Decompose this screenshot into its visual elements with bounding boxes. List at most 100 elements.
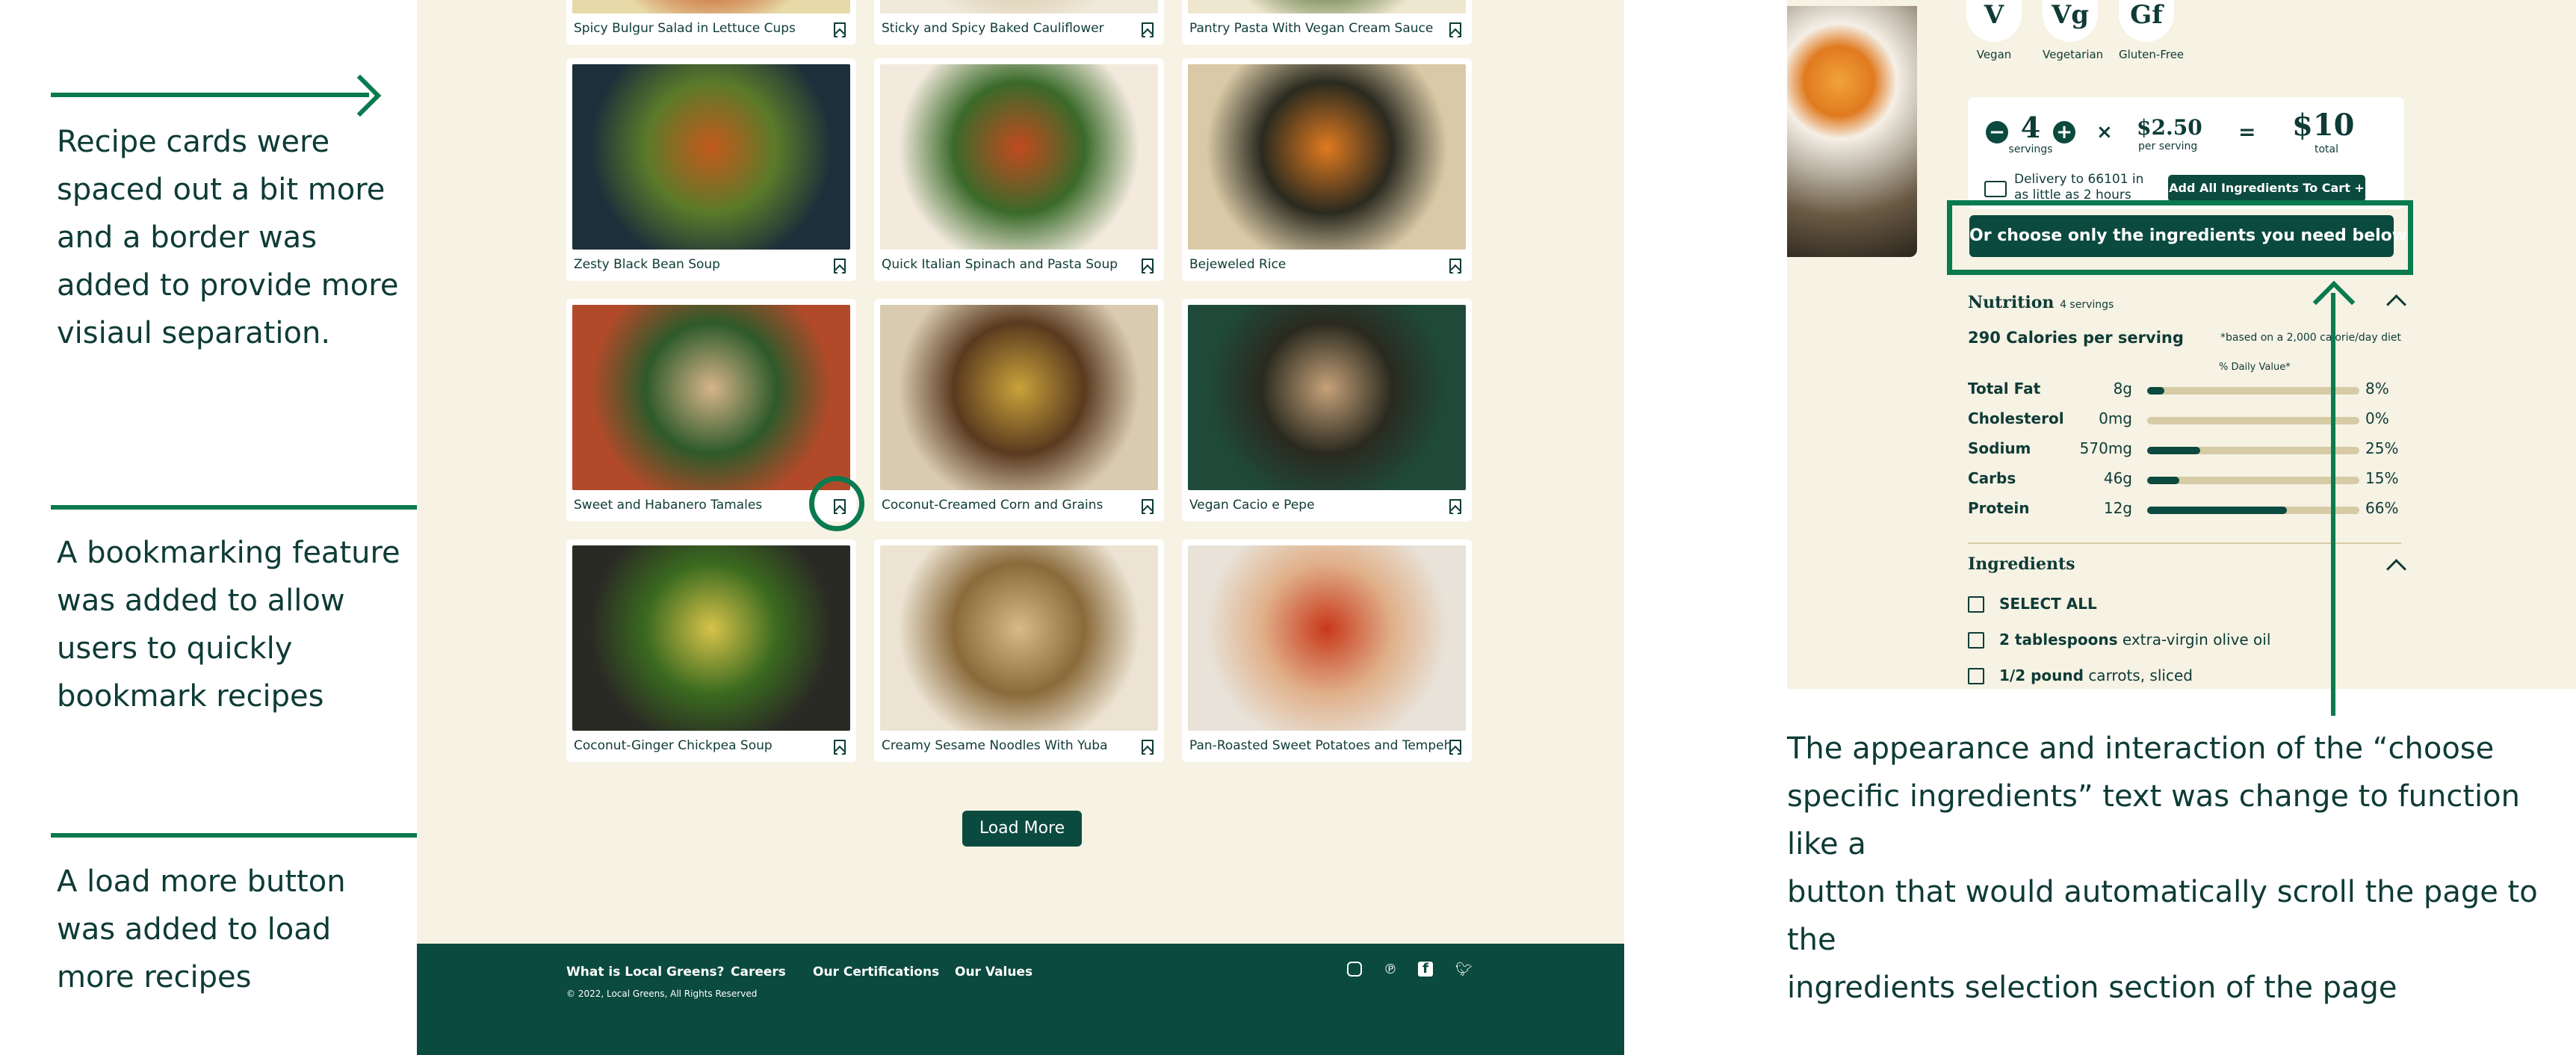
recipe-photo[interactable] [572,64,850,250]
bookmark-icon[interactable] [1449,22,1461,37]
recipe-photo[interactable] [880,305,1158,490]
site-footer: What is Local Greens? Careers Our Certif… [417,944,1624,1055]
recipe-photo[interactable] [1188,0,1466,13]
recipe-photo[interactable] [1188,545,1466,731]
ingredients-title: Ingredients [1968,554,2075,574]
instagram-icon[interactable] [1347,962,1362,977]
recipe-photo[interactable] [572,0,850,13]
recipe-title[interactable]: Vegan Cacio e Pepe [1189,498,1315,513]
recipe-card[interactable]: Vegan Cacio e Pepe [1182,299,1472,522]
recipe-photo[interactable] [1188,64,1466,250]
ingredient-checkbox[interactable] [1968,632,1984,649]
decrease-servings-button[interactable]: − [1986,121,2008,143]
diet-badge: Gf [2119,0,2174,42]
bookmark-icon[interactable] [1449,259,1461,273]
nutrition-collapse-chevron-icon[interactable] [2386,294,2406,315]
bookmark-icon[interactable] [834,259,846,273]
recipe-card[interactable]: Coconut-Ginger Chickpea Soup [566,539,856,762]
recipe-title[interactable]: Pantry Pasta With Vegan Cream Sauce [1189,21,1433,36]
recipe-title[interactable]: Spicy Bulgur Salad in Lettuce Cups [574,21,796,36]
bookmark-icon[interactable] [1449,740,1461,755]
footer-link-certifications[interactable]: Our Certifications [813,965,939,980]
select-all-label: SELECT ALL [1999,595,2097,613]
recipe-card[interactable]: Coconut-Creamed Corn and Grains [874,299,1164,522]
twitter-icon[interactable]: 🐦︎ [1455,962,1473,978]
ingredient-qty: 2 tablespoons [1999,631,2118,649]
ingredient-name: carrots, sliced [2088,666,2193,684]
nutrient-row: Protein 12g 66% [1968,499,2401,522]
recipe-photo[interactable] [1188,305,1466,490]
daily-value-fill [2147,507,2288,514]
ingredient-name: extra-virgin olive oil [2122,631,2271,649]
nutrient-percent: 0% [2365,409,2389,427]
facebook-icon[interactable]: f [1418,962,1433,977]
nutrition-title: Nutrition [1968,293,2055,312]
recipe-title[interactable]: Sweet and Habanero Tamales [574,498,762,513]
daily-value-fill [2147,477,2179,484]
recipe-card[interactable]: Zesty Black Bean Soup [566,58,856,281]
servings-label: servings [2008,143,2053,155]
recipe-title[interactable]: Pan-Roasted Sweet Potatoes and Tempeh [1189,738,1452,753]
recipe-card[interactable]: Sticky and Spicy Baked Cauliflower [874,0,1164,45]
recipe-title[interactable]: Coconut-Creamed Corn and Grains [882,498,1103,513]
daily-value-bar [2147,477,2359,484]
bookmark-icon[interactable] [1142,22,1154,37]
bookmark-icon[interactable] [1142,259,1154,273]
recipe-card[interactable]: Bejeweled Rice [1182,58,1472,281]
annotation-bookmark: A bookmarking feature was added to allow… [57,536,400,714]
daily-value-bar [2147,387,2359,395]
recipe-photo[interactable] [880,545,1158,731]
bookmark-icon[interactable] [1142,740,1154,755]
footer-link-what-is[interactable]: What is Local Greens? [566,965,725,980]
select-all-checkbox[interactable] [1968,596,1984,613]
diet-vegetarian: Vg Vegetarian [2043,0,2103,61]
annotation-cards: Recipe cards were spaced out a bit more … [57,125,399,350]
recipe-photo[interactable] [880,64,1158,250]
nutrient-percent: 66% [2365,499,2399,517]
recipe-listing-page: Spicy Bulgur Salad in Lettuce Cups Sticky… [417,0,1624,1055]
footer-link-careers[interactable]: Careers [731,965,786,980]
bookmark-icon[interactable] [834,22,846,37]
add-all-ingredients-button[interactable]: Add All Ingredients To Cart + [2168,175,2365,202]
bookmark-icon[interactable] [1449,499,1461,514]
recipe-title[interactable]: Creamy Sesame Noodles With Yuba [882,738,1108,753]
pinterest-icon[interactable]: ℗ [1382,962,1399,978]
recipe-card[interactable]: Spicy Bulgur Salad in Lettuce Cups [566,0,856,45]
recipe-title[interactable]: Quick Italian Spinach and Pasta Soup [882,257,1118,272]
recipe-title[interactable]: Sticky and Spicy Baked Cauliflower [882,21,1104,36]
recipe-card[interactable]: Pantry Pasta With Vegan Cream Sauce [1182,0,1472,45]
ingredients-collapse-chevron-icon[interactable] [2386,559,2406,579]
recipe-title[interactable]: Bejeweled Rice [1189,257,1286,272]
diet-badge: V [1966,0,2022,42]
ingredient-checkbox[interactable] [1968,668,1984,684]
bookmark-icon[interactable] [834,740,846,755]
nutrient-percent: 15% [2365,469,2399,487]
price-label: per serving [2138,140,2198,152]
load-more-button[interactable]: Load More [962,811,1082,847]
recipe-title[interactable]: Coconut-Ginger Chickpea Soup [574,738,773,753]
recipe-photo [1787,6,1917,257]
equals-icon: = [2238,120,2256,144]
recipe-photo[interactable] [572,545,850,731]
nutrient-amount: 0mg [2099,409,2132,427]
recipe-card[interactable]: Pan-Roasted Sweet Potatoes and Tempeh [1182,539,1472,762]
price-per-serving: $2.50 [2137,115,2202,140]
servings-count: 4 [2020,111,2041,144]
ingredient-item: 2 tablespoons extra-virgin olive oil [1999,631,2270,649]
choose-ingredients-button[interactable]: Or choose only the ingredients you need … [1969,215,2407,257]
recipe-photo[interactable] [880,0,1158,13]
recipe-detail-panel: V Vegan Vg Vegetarian Gf Gluten-Free − 4… [1787,0,2576,689]
footer-link-values[interactable]: Our Values [955,965,1032,980]
recipe-card[interactable]: Creamy Sesame Noodles With Yuba [874,539,1164,762]
nutrition-divider [1968,542,2401,544]
nutrient-percent: 8% [2365,380,2389,397]
bookmark-icon[interactable] [1142,499,1154,514]
recipe-card[interactable]: Quick Italian Spinach and Pasta Soup [874,58,1164,281]
increase-servings-button[interactable]: + [2053,121,2075,143]
nutrient-name: Total Fat [1968,380,2041,397]
recipe-title[interactable]: Zesty Black Bean Soup [574,257,720,272]
ingredient-item: 1/2 pound carrots, sliced [1999,666,2193,684]
plus-icon: + [2354,181,2365,195]
diet-badge: Vg [2043,0,2098,42]
recipe-photo[interactable] [572,305,850,490]
